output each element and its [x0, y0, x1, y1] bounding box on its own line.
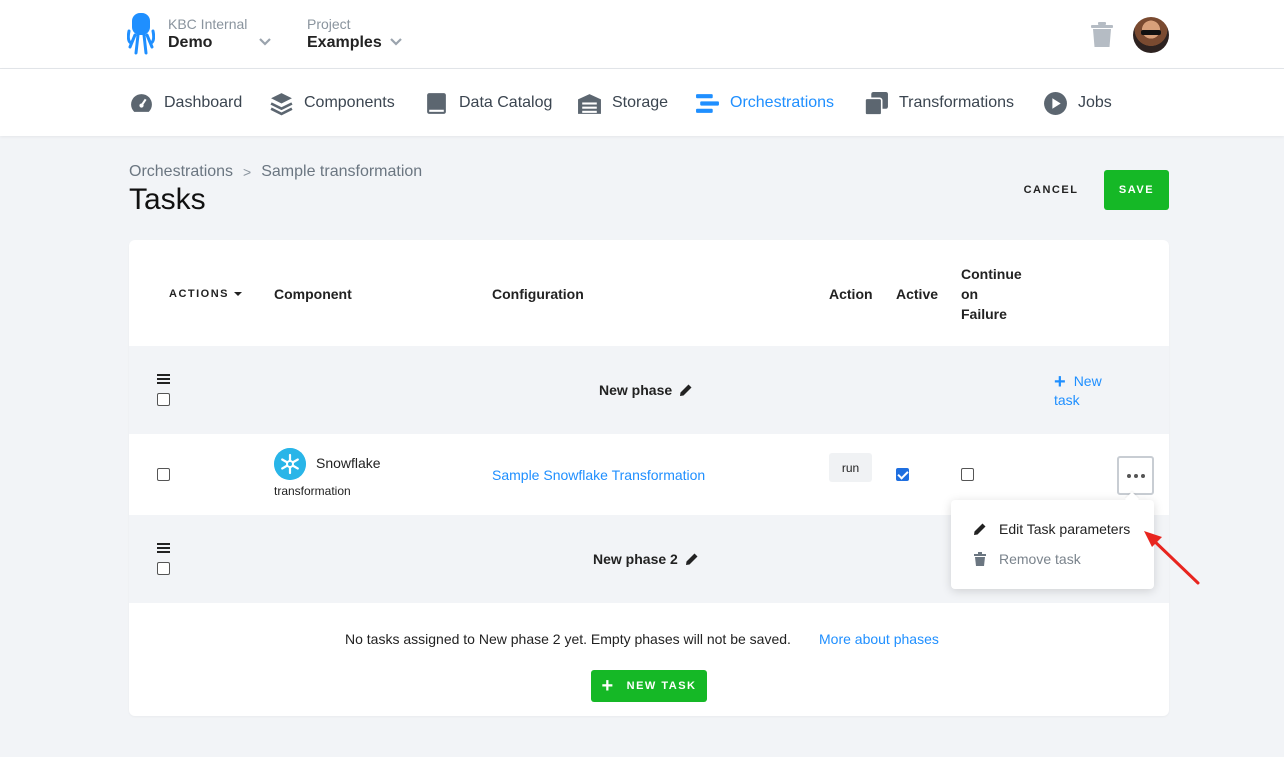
header-continue-on-failure: Continue on Failure — [961, 264, 1022, 324]
org-switcher[interactable]: KBC Internal Demo — [168, 16, 271, 53]
new-task-link-label: task — [1054, 392, 1080, 408]
tasks-card: ACTIONS Component Configuration Action A… — [129, 240, 1169, 716]
dashboard-icon — [131, 93, 152, 112]
nav-label: Storage — [612, 94, 669, 111]
breadcrumb-parent[interactable]: Orchestrations — [129, 163, 233, 181]
actions-label: ACTIONS — [169, 288, 229, 300]
cancel-button[interactable]: CANCEL — [1016, 176, 1086, 204]
edit-task-parameters-item[interactable]: Edit Task parameters — [973, 519, 1130, 539]
project-label: Project — [307, 16, 351, 32]
nav-orchestrations[interactable]: Orchestrations — [695, 91, 834, 115]
header-active: Active — [896, 286, 939, 302]
dot — [1126, 473, 1131, 478]
caret-down-icon — [234, 292, 242, 296]
pencil-icon — [974, 523, 986, 535]
header-configuration: Configuration — [492, 286, 584, 302]
task-actions-menu: Edit Task parameters Remove task — [951, 500, 1154, 589]
nav-label: Data Catalog — [459, 94, 553, 111]
header-continue-line: Continue — [961, 266, 1022, 282]
data-catalog-icon — [427, 92, 446, 114]
component-type: transformation — [274, 484, 351, 498]
chevron-down-icon — [259, 38, 271, 46]
breadcrumb: Orchestrations > Sample transformation — [129, 163, 422, 181]
actions-dropdown[interactable]: ACTIONS — [169, 288, 242, 300]
page-title: Tasks — [129, 183, 206, 216]
main-nav: Dashboard Components Data Catalog Storag… — [0, 69, 1284, 136]
nav-dashboard[interactable]: Dashboard — [129, 91, 242, 115]
trash-icon[interactable] — [1090, 22, 1114, 48]
nav-label: Transformations — [899, 94, 1014, 111]
empty-phase-message: No tasks assigned to New phase 2 yet. Em… — [345, 631, 791, 647]
configuration-link[interactable]: Sample Snowflake Transformation — [492, 467, 705, 483]
project-name: Examples — [307, 34, 382, 51]
pencil-icon[interactable] — [679, 383, 693, 397]
org-name: Demo — [168, 34, 213, 51]
phase-row: New phase + New task — [129, 346, 1169, 434]
storage-icon — [578, 93, 601, 114]
drag-handle-icon[interactable] — [157, 543, 170, 553]
action-badge[interactable]: run — [829, 453, 872, 482]
nav-label: Dashboard — [164, 94, 243, 111]
nav-storage[interactable]: Storage — [577, 91, 668, 115]
phase-name[interactable]: New phase — [599, 382, 693, 398]
chevron-down-icon — [390, 38, 402, 46]
header-continue-line: on — [961, 286, 979, 302]
breadcrumb-current: Sample transformation — [261, 163, 423, 180]
active-checkbox[interactable] — [896, 468, 909, 481]
header-component: Component — [274, 286, 352, 302]
nav-label: Jobs — [1078, 94, 1112, 111]
dot — [1140, 473, 1145, 478]
save-button[interactable]: SAVE — [1104, 170, 1169, 210]
new-task-link[interactable]: + New task — [1054, 372, 1124, 409]
pencil-icon[interactable] — [685, 552, 699, 566]
nav-transformations[interactable]: Transformations — [864, 91, 1014, 116]
header-continue-line: Failure — [961, 306, 1007, 322]
phase-name-label: New phase 2 — [593, 551, 678, 567]
nav-label: Orchestrations — [730, 94, 835, 111]
menu-item-label: Edit Task parameters — [999, 521, 1131, 537]
annotation-arrow-icon — [1144, 531, 1200, 585]
keboola-logo-icon[interactable] — [127, 13, 155, 55]
top-bar: KBC Internal Demo Project Examples — [0, 0, 1284, 69]
new-task-button-label: NEW TASK — [626, 680, 697, 692]
nav-components[interactable]: Components — [269, 91, 395, 115]
user-avatar[interactable] — [1133, 17, 1169, 53]
header-action: Action — [829, 286, 873, 302]
remove-task-item[interactable]: Remove task — [973, 549, 1081, 569]
nav-jobs[interactable]: Jobs — [1043, 91, 1112, 115]
continue-on-failure-checkbox[interactable] — [961, 468, 974, 481]
new-task-button[interactable]: + NEW TASK — [591, 670, 707, 702]
org-label: KBC Internal — [168, 16, 248, 32]
phase-name-label: New phase — [599, 382, 673, 398]
phase-checkbox[interactable] — [157, 393, 170, 406]
nav-label: Components — [304, 94, 395, 111]
components-icon — [270, 92, 293, 115]
dot — [1133, 473, 1138, 478]
more-actions-button[interactable] — [1117, 456, 1154, 495]
plus-icon: + — [601, 675, 615, 697]
plus-icon: + — [1054, 371, 1066, 393]
new-task-link-label: New — [1073, 373, 1102, 389]
menu-item-label: Remove task — [999, 551, 1081, 567]
project-switcher[interactable]: Project Examples — [307, 16, 402, 53]
snowflake-icon — [274, 448, 306, 480]
component-name: Snowflake — [316, 455, 381, 471]
phase-checkbox[interactable] — [157, 562, 170, 575]
trash-icon — [974, 552, 986, 566]
nav-data-catalog[interactable]: Data Catalog — [424, 91, 552, 115]
phase-name[interactable]: New phase 2 — [593, 551, 699, 567]
more-about-phases-link[interactable]: More about phases — [819, 631, 939, 647]
task-checkbox[interactable] — [157, 468, 170, 481]
orchestrations-icon — [696, 93, 719, 113]
jobs-icon — [1044, 91, 1067, 115]
drag-handle-icon[interactable] — [157, 374, 170, 384]
breadcrumb-separator: > — [243, 164, 252, 180]
transformations-icon — [864, 91, 888, 116]
